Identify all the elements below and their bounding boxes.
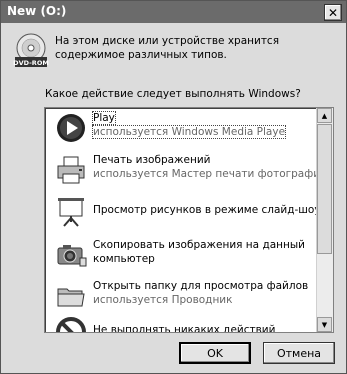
- slideshow-icon: [58, 198, 84, 227]
- action-title: Открыть папку для просмотра файлов: [93, 280, 309, 292]
- action-title: Play: [92, 111, 116, 125]
- list-item-open-folder[interactable]: Открыть папку для просмотра файлов испол…: [45, 276, 316, 316]
- action-title: Просмотр рисунков в режиме слайд-шоу: [93, 204, 321, 216]
- action-list-items: Play используется Windows Media Playe Пе…: [45, 108, 327, 333]
- action-subtitle: используется Мастер печати фотографий: [93, 168, 327, 180]
- title-bar: New (O:) ✕: [1, 1, 346, 23]
- list-item-slideshow[interactable]: Просмотр рисунков в режиме слайд-шоу: [45, 192, 321, 232]
- list-item-copy-images[interactable]: Скопировать изображения на данный компью…: [45, 234, 316, 274]
- arrow-up-icon: ▲: [321, 111, 328, 120]
- scroll-up-button[interactable]: ▲: [317, 108, 332, 123]
- vertical-scrollbar[interactable]: ▲ ▼: [316, 108, 333, 332]
- printer-icon: [57, 156, 85, 184]
- no-action-icon: [56, 317, 86, 332]
- autoplay-dialog: New (O:) ✕ DVD-ROM На этом диске или уст…: [0, 0, 347, 374]
- action-title: Скопировать изображения на данный компью…: [93, 239, 305, 265]
- action-title: Печать изображений: [93, 154, 211, 166]
- scroll-thumb[interactable]: [317, 124, 332, 254]
- dvd-rom-icon: DVD-ROM: [13, 33, 49, 67]
- close-button[interactable]: ✕: [324, 4, 342, 21]
- window-title: New (O:): [7, 4, 67, 18]
- action-subtitle: используется Проводник: [93, 294, 233, 306]
- arrow-down-icon: ▼: [321, 320, 328, 329]
- list-item-no-action[interactable]: Не выполнять никаких действий: [45, 312, 316, 333]
- cancel-button[interactable]: Отмена: [263, 342, 335, 364]
- list-item-play[interactable]: Play используется Windows Media Playe: [45, 108, 316, 148]
- list-item-print[interactable]: Печать изображений используется Мастер п…: [45, 150, 327, 190]
- content-message: На этом диске или устройстве хранится со…: [55, 35, 280, 61]
- folder-icon: [57, 288, 85, 307]
- action-question: Какое действие следует выполнять Windows…: [45, 88, 301, 100]
- action-list[interactable]: Play используется Windows Media Playe Пе…: [44, 107, 334, 333]
- action-subtitle: используется Windows Media Playe: [91, 125, 287, 139]
- scroll-down-button[interactable]: ▼: [317, 317, 332, 332]
- dvd-icon-label: DVD-ROM: [13, 59, 49, 67]
- media-player-icon: [57, 114, 85, 142]
- ok-button[interactable]: OK: [179, 342, 251, 364]
- camera-icon: [57, 245, 87, 267]
- action-title: Не выполнять никаких действий: [93, 324, 276, 333]
